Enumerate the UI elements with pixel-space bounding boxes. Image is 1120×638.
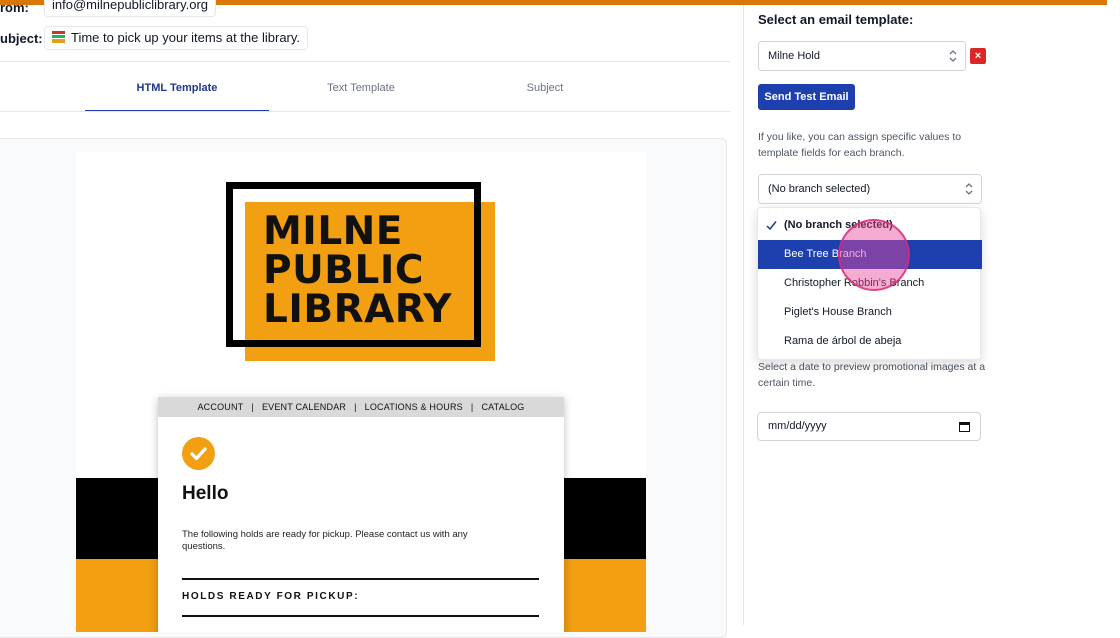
tab-html-template[interactable]: HTML Template <box>85 82 269 94</box>
branch-option-rama[interactable]: Rama de árbol de abeja <box>758 327 982 356</box>
from-label: rom: <box>0 0 29 15</box>
nav-account[interactable]: ACCOUNT <box>197 402 243 412</box>
tab-subject[interactable]: Subject <box>453 82 637 94</box>
section-rule-top <box>182 578 539 580</box>
branch-select-value: (No branch selected) <box>768 183 871 195</box>
subject-field[interactable]: Time to pick up your items at the librar… <box>44 26 309 50</box>
chevron-updown-icon <box>949 50 957 62</box>
from-field[interactable]: info@milnepubliclibrary.org <box>44 0 217 17</box>
preview-date-input[interactable]: mm/dd/yyyy <box>757 412 981 441</box>
branch-select[interactable]: (No branch selected) <box>758 174 982 204</box>
email-card: ACCOUNT | EVENT CALENDAR | LOCATIONS & HOURS… <box>158 397 564 632</box>
subject-label: ubject: <box>0 31 43 46</box>
chevron-updown-icon <box>965 183 973 195</box>
branch-help-text: If you like, you can assign specific val… <box>758 131 962 159</box>
nav-event-calendar[interactable]: EVENT CALENDAR <box>262 402 346 412</box>
date-placeholder: mm/dd/yyyy <box>768 420 827 432</box>
subject-value: Time to pick up your items at the librar… <box>71 30 301 45</box>
checkmark-icon <box>766 221 777 231</box>
email-heading: Hello <box>182 483 229 504</box>
logo-line-2: PUBLIC <box>263 248 424 293</box>
books-icon <box>52 31 65 43</box>
email-body: The following holds are ready for pickup… <box>182 529 468 552</box>
template-select-value: Milne Hold <box>768 50 820 62</box>
click-indicator <box>838 219 910 291</box>
email-preview: MILNE PUBLIC LIBRARY ACCOUNT | EVENT CALEN… <box>76 152 646 632</box>
email-nav: ACCOUNT | EVENT CALENDAR | LOCATIONS & HOURS… <box>158 397 564 417</box>
tab-text-template[interactable]: Text Template <box>269 82 453 94</box>
header-divider <box>0 61 730 62</box>
holds-section-title: HOLDS READY FOR PICKUP: <box>182 591 360 602</box>
nav-catalog[interactable]: CATALOG <box>481 402 524 412</box>
section-rule-bottom <box>182 615 539 617</box>
template-select-title: Select an email template: <box>758 12 914 27</box>
check-circle-icon <box>182 437 215 470</box>
tabs-divider <box>0 111 730 112</box>
template-select[interactable]: Milne Hold <box>758 41 966 71</box>
library-logo: MILNE PUBLIC LIBRARY <box>263 212 493 329</box>
remove-template-button[interactable]: × <box>970 48 986 64</box>
send-test-email-button[interactable]: Send Test Email <box>758 84 855 110</box>
branch-option-piglets-house[interactable]: Piglet's House Branch <box>758 298 982 327</box>
logo-line-1: MILNE <box>263 209 403 254</box>
nav-locations-hours[interactable]: LOCATIONS & HOURS <box>365 402 463 412</box>
logo-line-3: LIBRARY <box>263 287 452 332</box>
calendar-icon[interactable] <box>959 421 970 432</box>
date-help-text: Select a date to preview promotional ima… <box>758 361 986 389</box>
